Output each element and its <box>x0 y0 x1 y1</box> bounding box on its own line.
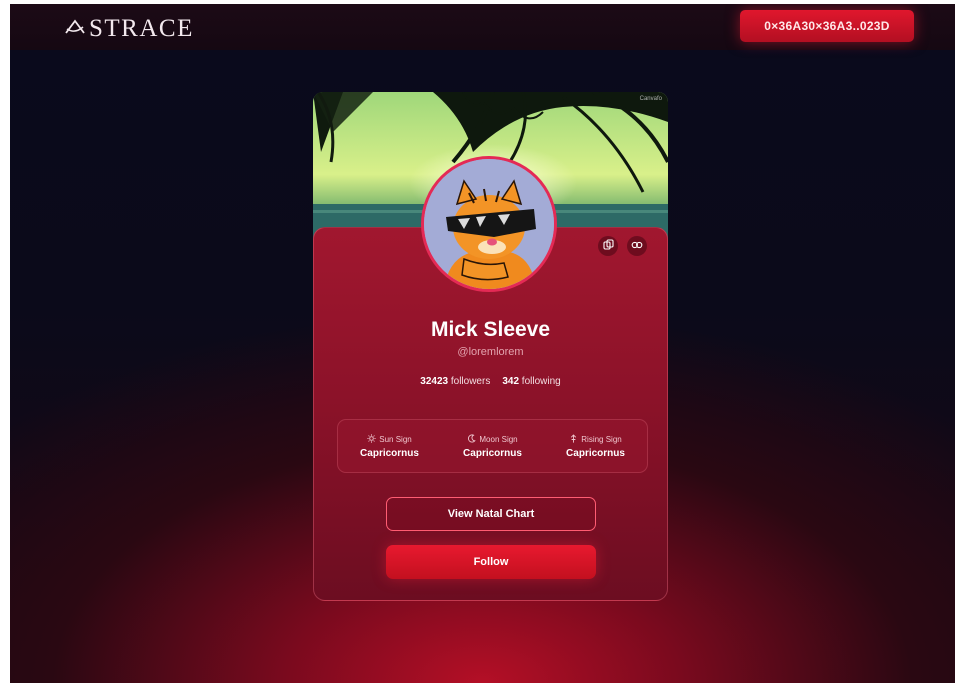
rising-sign: Rising Sign Capricornus <box>544 420 647 472</box>
moon-sign-value: Capricornus <box>463 447 522 459</box>
app-frame: STRACE 0×36A30×36A3..023D Canvafo Mick S… <box>10 4 955 683</box>
share-link-button[interactable] <box>627 236 647 256</box>
moon-sign-label: Moon Sign <box>479 434 518 444</box>
follow-button[interactable]: Follow <box>386 545 596 579</box>
logo[interactable]: STRACE <box>64 15 194 43</box>
following-count: 342 <box>502 376 520 387</box>
sun-sign-value: Capricornus <box>360 447 419 459</box>
sun-icon <box>367 433 379 445</box>
banner-watermark: Canvafo <box>639 96 662 102</box>
profile-card: Canvafo Mick Sleeve @loremlorem 32423 fo… <box>313 92 668 601</box>
follow-stats: 32423 followers 342 following <box>314 376 667 387</box>
moon-icon <box>467 433 479 445</box>
profile-handle: @loremlorem <box>457 346 524 358</box>
copy-icon <box>602 237 614 255</box>
avatar[interactable] <box>421 156 557 292</box>
rising-sign-value: Capricornus <box>566 447 625 459</box>
top-bar: STRACE 0×36A30×36A3..023D <box>10 4 955 50</box>
followers-label: followers <box>450 376 491 387</box>
link-icon <box>631 237 643 255</box>
copy-button[interactable] <box>598 236 618 256</box>
following-label: following <box>521 376 561 387</box>
wallet-address-button[interactable]: 0×36A30×36A3..023D <box>740 10 914 42</box>
rising-icon <box>569 433 581 445</box>
followers-stat[interactable]: 32423 followers <box>420 376 490 387</box>
following-stat[interactable]: 342 following <box>502 376 560 387</box>
sun-sign: Sun Sign Capricornus <box>338 420 441 472</box>
followers-count: 32423 <box>420 376 449 387</box>
logo-text: STRACE <box>89 15 194 42</box>
moon-sign: Moon Sign Capricornus <box>441 420 544 472</box>
profile-name: Mick Sleeve <box>430 318 551 341</box>
astro-signs-panel: Sun Sign Capricornus Moon Sign Capricorn… <box>337 419 648 473</box>
view-natal-chart-button[interactable]: View Natal Chart <box>386 497 596 531</box>
sun-sign-label: Sun Sign <box>379 434 412 444</box>
rising-sign-label: Rising Sign <box>581 434 622 444</box>
logo-mark-icon <box>64 18 86 40</box>
